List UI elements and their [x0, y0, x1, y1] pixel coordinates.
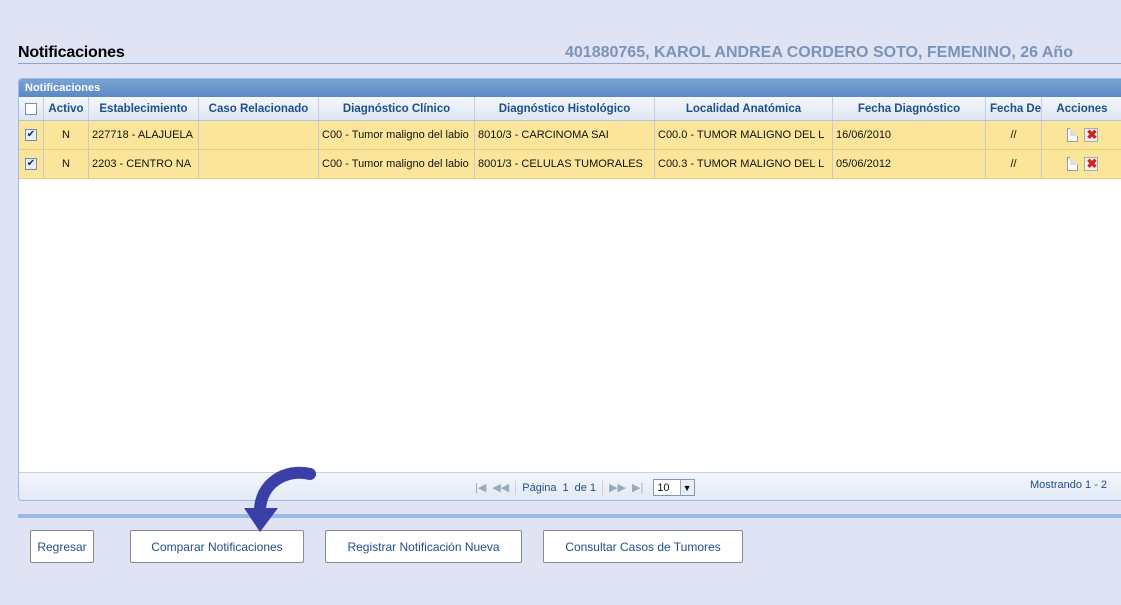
cell-localidad: C00.0 - TUMOR MALIGNO DEL L	[655, 121, 833, 149]
document-icon[interactable]	[1066, 128, 1078, 142]
cell-fecha-de: //	[986, 150, 1042, 178]
cell-fecha-de: //	[986, 121, 1042, 149]
page-title: Notificaciones	[18, 44, 125, 61]
cell-caso	[199, 150, 319, 178]
pager-separator	[515, 480, 517, 495]
cell-establecimiento: 2203 - CENTRO NA	[89, 150, 199, 178]
grid-caption: Notificaciones	[19, 79, 1121, 97]
pager-nav: |◀ ◀◀ Página 1 de 1 ▶▶ ▶| 10 ▼	[475, 479, 695, 496]
cell-caso	[199, 121, 319, 149]
back-button[interactable]: Regresar	[30, 530, 94, 563]
cell-fecha-diagnostico: 05/06/2012	[833, 150, 986, 178]
cell-fecha-diagnostico: 16/06/2010	[833, 121, 986, 149]
consult-button-label: Consultar Casos de Tumores	[565, 539, 721, 554]
records-count: Mostrando 1 - 2	[1030, 479, 1108, 491]
cell-clinico: C00 - Tumor maligno del labio	[319, 121, 475, 149]
chevron-down-icon[interactable]: ▼	[679, 480, 694, 495]
last-page-icon[interactable]: ▶|	[632, 481, 643, 494]
document-icon[interactable]	[1066, 157, 1078, 171]
cell-activo: N	[44, 121, 89, 149]
grid-pager: |◀ ◀◀ Página 1 de 1 ▶▶ ▶| 10 ▼ Mostrando…	[19, 472, 1121, 500]
grid-body: ✔ N 227718 - ALAJUELA C00 - Tumor malign…	[19, 121, 1121, 179]
cell-acciones: ✖	[1042, 121, 1121, 149]
page-size-select[interactable]: 10 ▼	[653, 479, 695, 496]
col-fecha-diagnostico[interactable]: Fecha Diagnóstico	[833, 97, 986, 120]
cell-activo: N	[44, 150, 89, 178]
col-caso-relacionado[interactable]: Caso Relacionado	[199, 97, 319, 120]
cell-histologico: 8001/3 - CELULAS TUMORALES	[475, 150, 655, 178]
row-select-cell: ✔	[19, 121, 44, 149]
register-button-label: Registrar Notificación Nueva	[347, 539, 500, 554]
page-label: Página	[522, 481, 557, 494]
col-diagnostico-clinico[interactable]: Diagnóstico Clínico	[319, 97, 475, 120]
first-page-icon[interactable]: |◀	[475, 481, 486, 494]
select-all-cell	[19, 97, 44, 120]
back-button-label: Regresar	[37, 539, 87, 554]
table-row[interactable]: ✔ N 2203 - CENTRO NA C00 - Tumor maligno…	[19, 150, 1121, 179]
cell-establecimiento: 227718 - ALAJUELA	[89, 121, 199, 149]
prev-page-icon[interactable]: ◀◀	[492, 481, 509, 494]
page-number[interactable]: 1	[563, 482, 569, 494]
delete-icon[interactable]: ✖	[1083, 127, 1098, 142]
col-establecimiento[interactable]: Establecimiento	[89, 97, 199, 120]
divider	[18, 514, 1121, 518]
page-header: Notificaciones 401880765, KAROL ANDREA C…	[18, 44, 1121, 64]
pager-separator	[602, 480, 604, 495]
page-size-value: 10	[657, 481, 670, 494]
delete-icon[interactable]: ✖	[1083, 156, 1098, 171]
notifications-grid: Notificaciones Activo Establecimiento Ca…	[18, 78, 1121, 501]
curved-arrow-icon	[244, 466, 316, 532]
col-fecha-de[interactable]: Fecha De	[986, 97, 1042, 120]
register-notification-button[interactable]: Registrar Notificación Nueva	[325, 530, 522, 563]
cell-acciones: ✖	[1042, 150, 1121, 178]
cell-histologico: 8010/3 - CARCINOMA SAI	[475, 121, 655, 149]
col-diagnostico-histologico[interactable]: Diagnóstico Histológico	[475, 97, 655, 120]
cell-localidad: C00.3 - TUMOR MALIGNO DEL L	[655, 150, 833, 178]
col-localidad-anatomica[interactable]: Localidad Anatómica	[655, 97, 833, 120]
col-acciones: Acciones	[1056, 102, 1108, 115]
patient-info: 401880765, KAROL ANDREA CORDERO SOTO, FE…	[565, 44, 1073, 61]
table-row[interactable]: ✔ N 227718 - ALAJUELA C00 - Tumor malign…	[19, 121, 1121, 150]
consult-tumor-cases-button[interactable]: Consultar Casos de Tumores	[543, 530, 743, 563]
cell-clinico: C00 - Tumor maligno del labio	[319, 150, 475, 178]
row-select-cell: ✔	[19, 150, 44, 178]
col-activo[interactable]: Activo	[44, 97, 89, 120]
grid-header-row: Activo Establecimiento Caso Relacionado …	[19, 97, 1121, 121]
select-all-checkbox[interactable]	[25, 102, 37, 115]
row-checkbox[interactable]: ✔	[25, 158, 37, 170]
next-page-icon[interactable]: ▶▶	[609, 481, 626, 494]
compare-button-label: Comparar Notificaciones	[151, 539, 283, 554]
row-checkbox[interactable]: ✔	[25, 129, 37, 141]
page-total: de 1	[574, 481, 597, 494]
